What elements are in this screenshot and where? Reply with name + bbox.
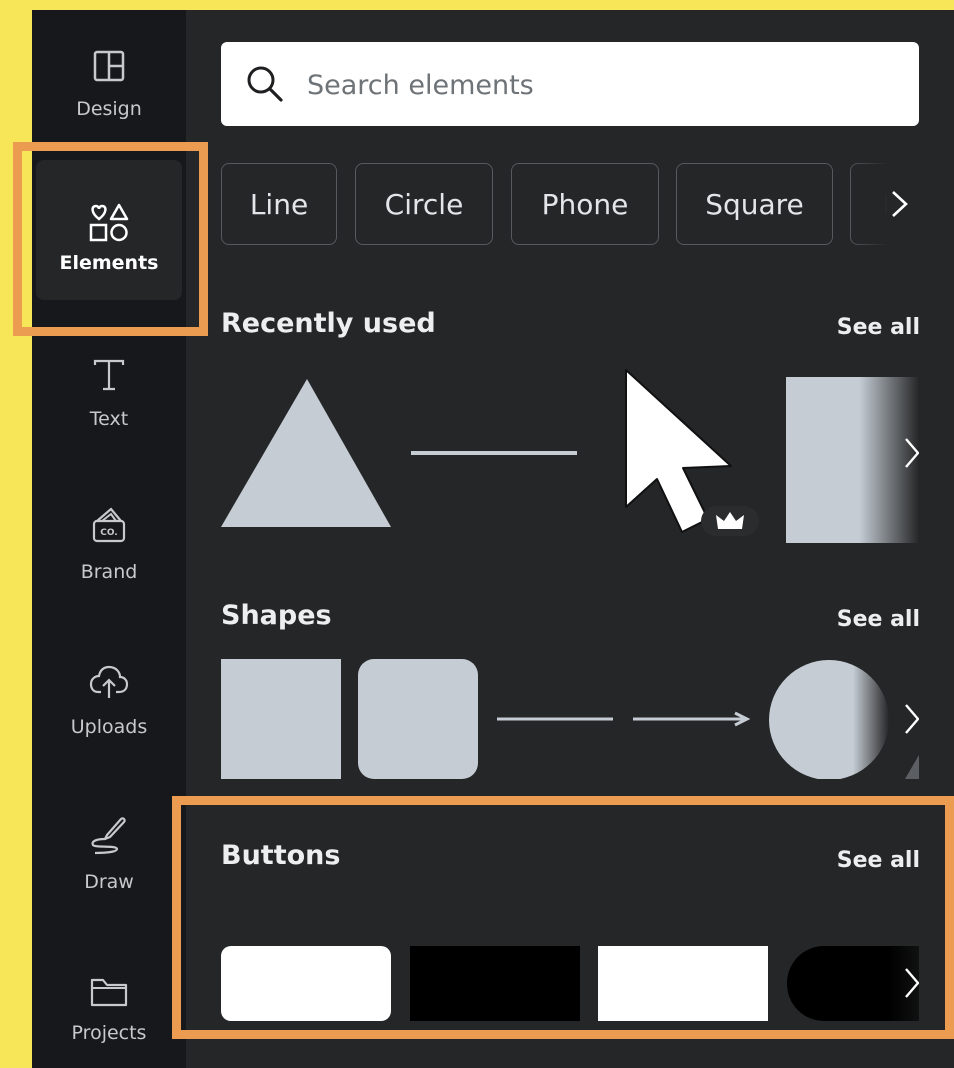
- chevron-right-icon[interactable]: [889, 189, 911, 223]
- section-title-recently-used: Recently used: [221, 308, 436, 339]
- sidebar-item-uploads[interactable]: Uploads: [32, 630, 186, 770]
- sidebar-item-label: Design: [76, 98, 142, 120]
- buttons-highlight-box: [172, 796, 954, 1039]
- text-icon: [32, 358, 186, 392]
- sidebar-item-label: Draw: [84, 871, 134, 893]
- folder-icon: [32, 976, 186, 1008]
- sidebar-item-draw[interactable]: Draw: [32, 785, 186, 925]
- chip-circle[interactable]: Circle: [355, 163, 493, 245]
- section-title-shapes: Shapes: [221, 600, 332, 631]
- chip-square[interactable]: Square: [676, 163, 833, 245]
- brand-kit-icon: CO.: [32, 505, 186, 545]
- rounded-square-shape[interactable]: [358, 659, 478, 779]
- chip-line[interactable]: Line: [221, 163, 337, 245]
- search-icon: [243, 62, 287, 110]
- chevron-right-icon[interactable]: [905, 704, 919, 734]
- partial-shape: [905, 755, 919, 779]
- see-all-shapes[interactable]: See all: [837, 607, 920, 632]
- square-shape[interactable]: [221, 659, 341, 779]
- elements-highlight-box: [13, 142, 208, 336]
- premium-crown-badge: [701, 506, 759, 536]
- circle-shape[interactable]: [769, 660, 889, 779]
- sidebar-item-design[interactable]: Design: [32, 10, 186, 150]
- rectangle-thumbnail[interactable]: [786, 377, 919, 543]
- sidebar-item-projects[interactable]: Projects: [32, 938, 186, 1068]
- pen-icon: [32, 811, 186, 855]
- triangle-thumbnail[interactable]: [221, 379, 391, 527]
- svg-text:CO.: CO.: [100, 528, 117, 538]
- arrow-shape[interactable]: [633, 711, 751, 727]
- sidebar-item-label: Uploads: [70, 716, 148, 738]
- see-all-recently-used[interactable]: See all: [837, 315, 920, 340]
- sidebar-item-label: Projects: [71, 1022, 147, 1044]
- sidebar-item-label: Brand: [80, 561, 138, 583]
- sidebar-item-brand[interactable]: CO. Brand: [32, 475, 186, 615]
- sidebar-item-text[interactable]: Text: [32, 320, 186, 460]
- search-input[interactable]: [305, 56, 899, 114]
- shapes-thumbnails: [221, 659, 919, 779]
- recently-used-thumbnails: [221, 369, 919, 543]
- chip-phone[interactable]: Phone: [511, 163, 659, 245]
- search-bar[interactable]: [221, 42, 919, 126]
- sidebar-item-label: Text: [89, 408, 129, 430]
- cloud-upload-icon: [32, 664, 186, 700]
- suggestion-chips: Line Circle Phone Square Re: [221, 163, 919, 247]
- layout-icon: [32, 50, 186, 82]
